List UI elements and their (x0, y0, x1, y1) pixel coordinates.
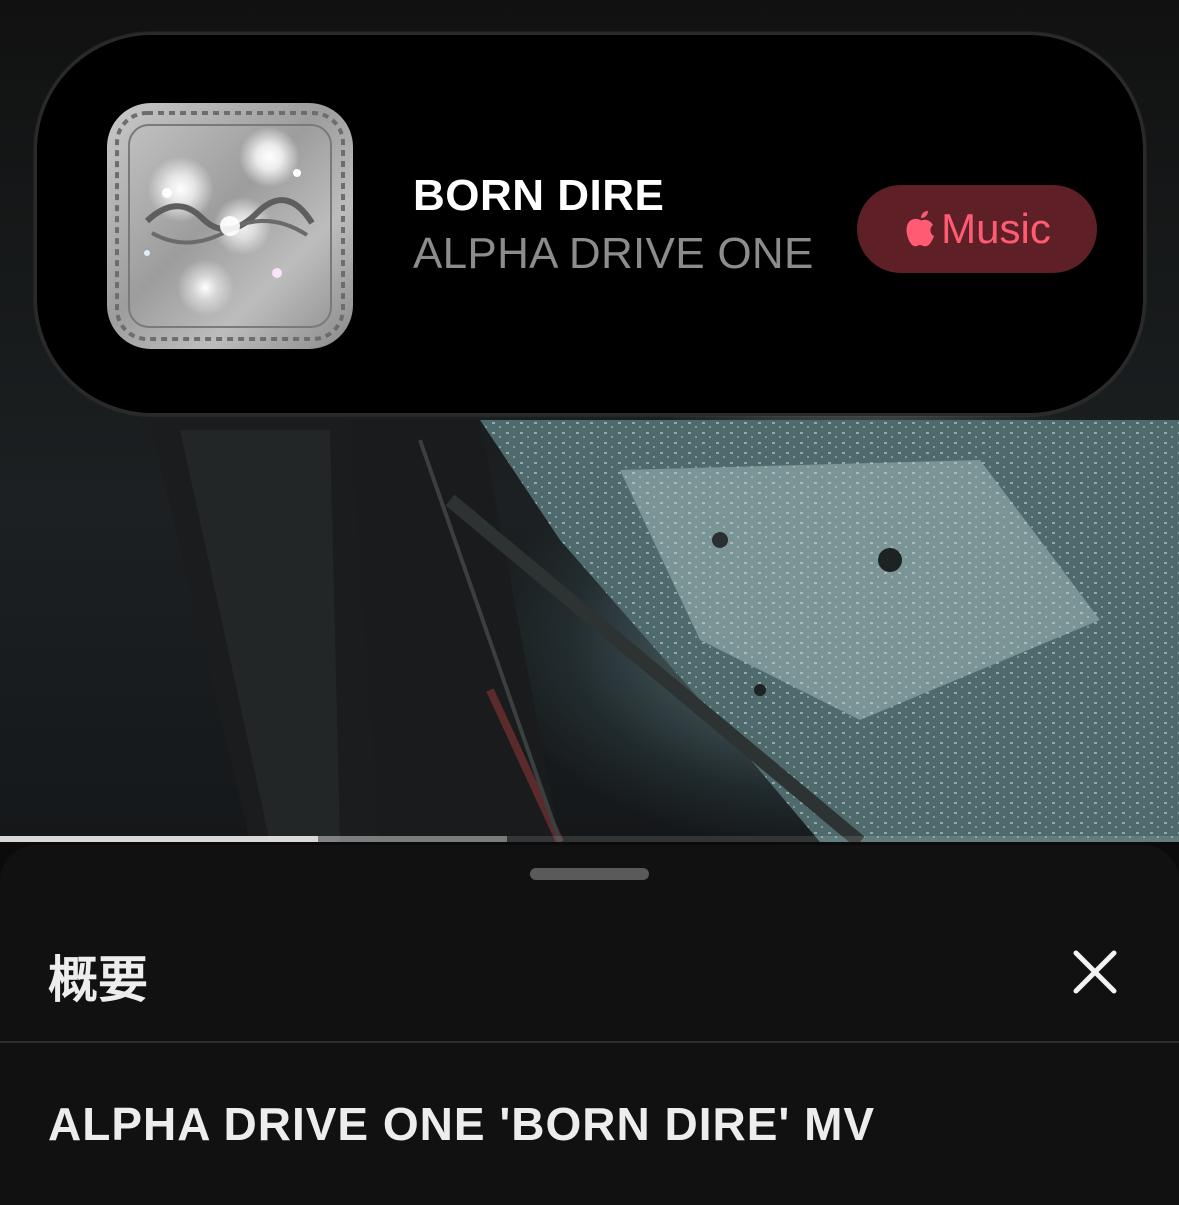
video-progress-bar[interactable] (0, 836, 1179, 842)
now-playing-banner[interactable]: BORN DIRE ALPHA DRIVE ONE Music (34, 32, 1146, 416)
video-title: ALPHA DRIVE ONE 'BORN DIRE' MV (48, 1098, 876, 1150)
sheet-drag-handle[interactable] (530, 868, 649, 880)
divider (0, 1041, 1179, 1043)
song-title: BORN DIRE (413, 171, 665, 220)
close-button[interactable] (1068, 945, 1122, 999)
song-artist: ALPHA DRIVE ONE (413, 229, 814, 278)
description-panel: 概要 ALPHA DRIVE ONE 'BORN DIRE' MV (0, 845, 1179, 1205)
album-artwork (107, 103, 353, 349)
music-button-label: Music (941, 205, 1051, 252)
panel-heading: 概要 (48, 952, 148, 1008)
progress-played (0, 836, 319, 842)
apple-music-button[interactable]: Music (857, 185, 1097, 273)
apple-logo-icon (906, 211, 935, 247)
close-icon (1073, 950, 1117, 994)
